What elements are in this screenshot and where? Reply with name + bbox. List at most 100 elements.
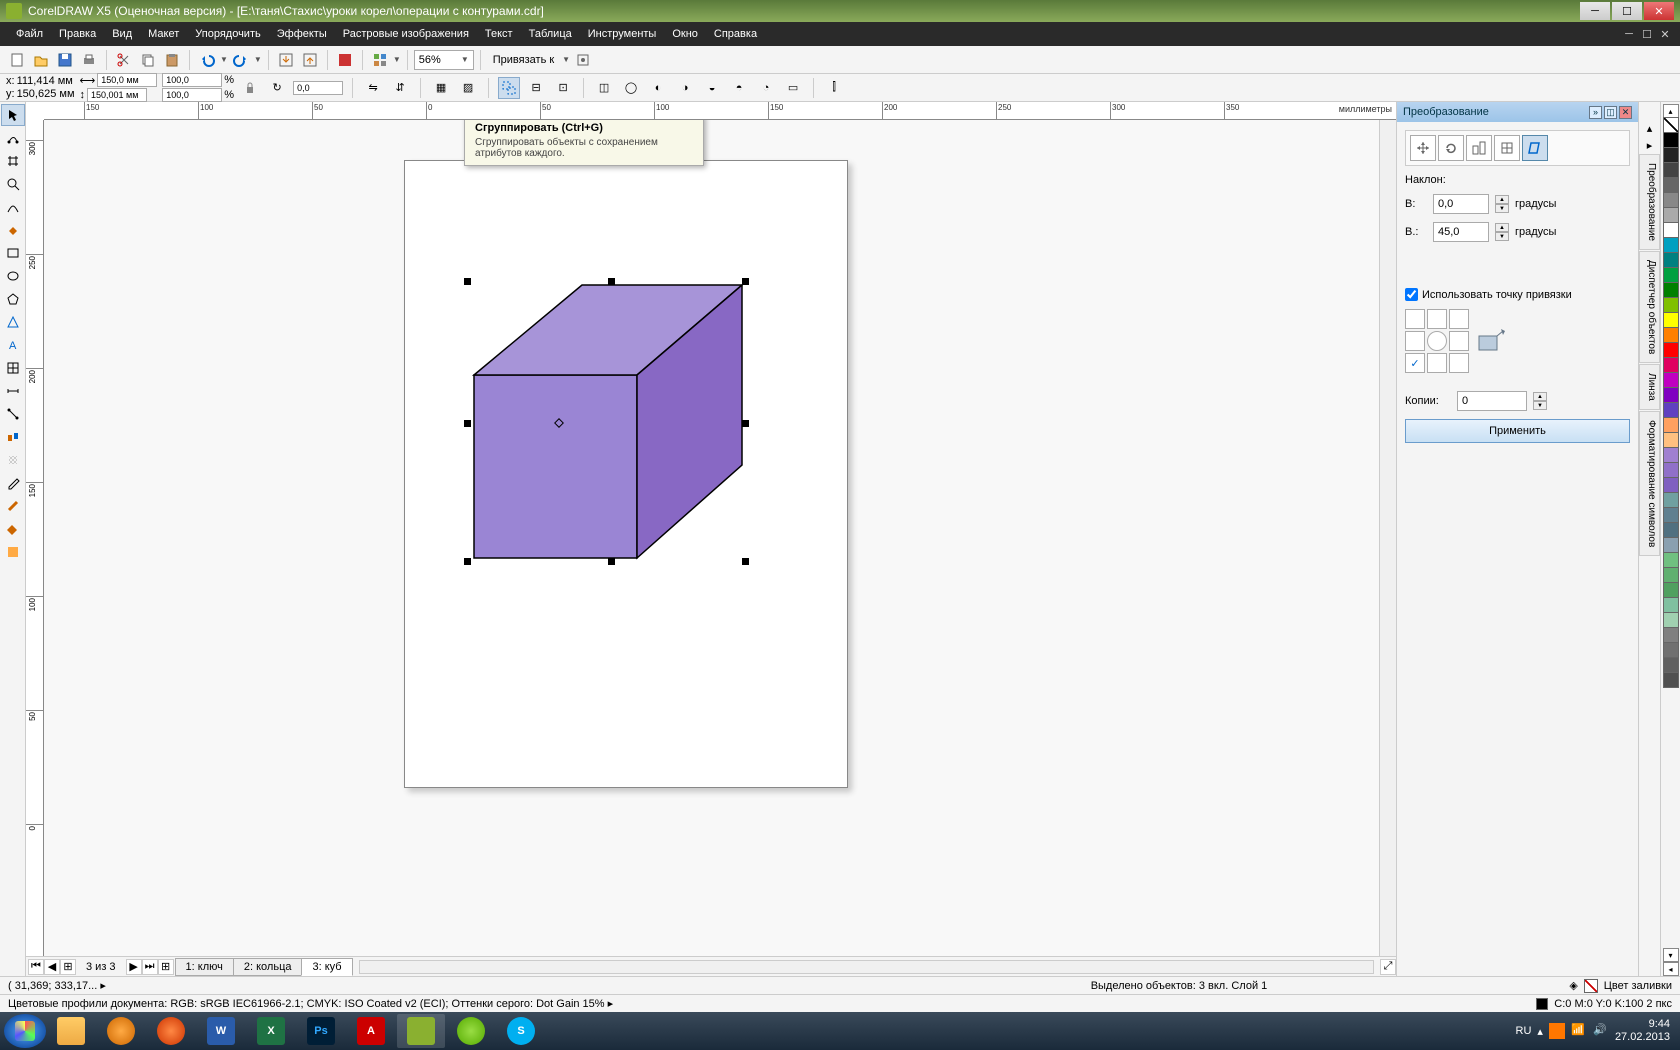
next-page-button[interactable]: ▶ <box>126 959 142 975</box>
taskbar-photoshop[interactable]: Ps <box>297 1014 345 1048</box>
color-swatch[interactable] <box>1663 447 1679 463</box>
anchor-bc[interactable] <box>1427 353 1447 373</box>
weld-button[interactable]: ◯ <box>620 77 642 99</box>
color-swatch[interactable] <box>1663 582 1679 598</box>
maximize-button[interactable]: ☐ <box>1612 2 1642 20</box>
rotate-tab[interactable] <box>1438 135 1464 161</box>
ungroup-button[interactable]: ⊟ <box>525 77 547 99</box>
add-page-after-button[interactable]: ⊞ <box>158 959 174 975</box>
spin-up[interactable]: ▲ <box>1495 223 1509 232</box>
taskbar-app-green[interactable] <box>447 1014 495 1048</box>
mirror-h-button[interactable]: ⇋ <box>362 77 384 99</box>
last-page-button[interactable]: ⏭ <box>142 959 158 975</box>
selection-handle[interactable] <box>608 278 615 285</box>
color-swatch[interactable] <box>1663 222 1679 238</box>
color-swatch[interactable] <box>1663 357 1679 373</box>
anchor-mr[interactable] <box>1449 331 1469 351</box>
copy-button[interactable] <box>137 49 159 71</box>
color-swatch[interactable] <box>1663 417 1679 433</box>
app-launcher-dropdown[interactable]: ▼ <box>393 55 401 64</box>
anchor-tl[interactable] <box>1405 309 1425 329</box>
page-tab-1[interactable]: 1: ключ <box>175 958 234 976</box>
height-input[interactable]: 150,001 мм <box>87 88 147 102</box>
anchor-bl[interactable] <box>1405 353 1425 373</box>
zoom-combo[interactable]: 56%▼ <box>414 50 474 70</box>
color-swatch[interactable] <box>1663 462 1679 478</box>
color-swatch[interactable] <box>1663 297 1679 313</box>
connector-tool[interactable] <box>1 403 25 425</box>
color-swatch[interactable] <box>1663 627 1679 643</box>
color-swatch[interactable] <box>1663 252 1679 268</box>
trim-button[interactable]: ◐ <box>647 77 669 99</box>
color-swatch[interactable] <box>1663 162 1679 178</box>
spin-down[interactable]: ▼ <box>1533 401 1547 410</box>
vertical-scrollbar[interactable] <box>1379 120 1396 956</box>
menu-window[interactable]: Окно <box>664 26 706 42</box>
back-minus-front-button[interactable]: ◔ <box>755 77 777 99</box>
spin-up[interactable]: ▲ <box>1495 195 1509 204</box>
snap-indicator-icon[interactable]: ◈ <box>1569 979 1577 992</box>
size-tab[interactable] <box>1494 135 1520 161</box>
combine-button[interactable]: ◫ <box>593 77 615 99</box>
color-swatch[interactable] <box>1663 477 1679 493</box>
mirror-v-button[interactable]: ⇵ <box>389 77 411 99</box>
app-launcher-button[interactable] <box>369 49 391 71</box>
color-swatch[interactable] <box>1663 507 1679 523</box>
selection-handle[interactable] <box>608 558 615 565</box>
undo-dropdown[interactable]: ▼ <box>220 55 228 64</box>
simplify-button[interactable]: ◒ <box>701 77 723 99</box>
color-swatch[interactable] <box>1663 147 1679 163</box>
horizontal-scrollbar[interactable] <box>359 960 1374 974</box>
intersect-button[interactable]: ◑ <box>674 77 696 99</box>
menu-text[interactable]: Текст <box>477 26 521 42</box>
spin-down[interactable]: ▼ <box>1495 232 1509 241</box>
start-button[interactable] <box>4 1014 46 1048</box>
crop-tool[interactable] <box>1 150 25 172</box>
doc-close-button[interactable]: ✕ <box>1658 27 1672 41</box>
color-swatch[interactable] <box>1663 432 1679 448</box>
vertical-ruler[interactable]: 300250200150100500 <box>26 120 44 956</box>
save-button[interactable] <box>54 49 76 71</box>
color-swatch[interactable] <box>1663 552 1679 568</box>
color-swatch[interactable] <box>1663 327 1679 343</box>
docker-collapse-button[interactable]: » <box>1589 106 1602 119</box>
docker-tab-char-format[interactable]: Форматирование символов <box>1639 411 1660 556</box>
dimension-tool[interactable] <box>1 380 25 402</box>
polygon-tool[interactable] <box>1 288 25 310</box>
menu-bitmaps[interactable]: Растровые изображения <box>335 26 477 42</box>
menu-tools[interactable]: Инструменты <box>580 26 665 42</box>
menu-arrange[interactable]: Упорядочить <box>187 26 268 42</box>
doc-restore-button[interactable]: ☐ <box>1640 27 1654 41</box>
interactive-fill-tool[interactable] <box>1 541 25 563</box>
eyedropper-tool[interactable] <box>1 472 25 494</box>
menu-help[interactable]: Справка <box>706 26 765 42</box>
page-tab-3[interactable]: 3: куб <box>301 958 352 976</box>
tray-show-hidden-icon[interactable]: ▴ <box>1537 1025 1543 1038</box>
color-swatch[interactable] <box>1663 597 1679 613</box>
scale-y-input[interactable]: 100,0 <box>162 88 222 102</box>
align-button[interactable]: ⫿ <box>823 77 845 99</box>
docker-tab-expand[interactable]: ▸ <box>1639 137 1660 153</box>
palette-flyout-button[interactable]: ◂ <box>1663 962 1679 976</box>
doc-minimize-button[interactable]: ─ <box>1622 27 1636 41</box>
add-page-before-button[interactable]: ⊞ <box>60 959 76 975</box>
spin-up[interactable]: ▲ <box>1533 392 1547 401</box>
first-page-button[interactable]: ⏮ <box>28 959 44 975</box>
transparency-tool[interactable] <box>1 449 25 471</box>
front-minus-back-button[interactable]: ◓ <box>728 77 750 99</box>
color-swatch[interactable] <box>1663 372 1679 388</box>
language-indicator[interactable]: RU <box>1516 1025 1532 1037</box>
skew-tab[interactable] <box>1522 135 1548 161</box>
tray-volume-icon[interactable]: 🔊 <box>1593 1023 1609 1039</box>
tray-app-icon[interactable] <box>1549 1023 1565 1039</box>
skew-v-input[interactable] <box>1433 222 1489 242</box>
selection-handle[interactable] <box>742 278 749 285</box>
docker-tab-up[interactable]: ▴ <box>1639 120 1660 136</box>
palette-down-button[interactable]: ▾ <box>1663 948 1679 962</box>
scale-tab[interactable] <box>1466 135 1492 161</box>
docker-close-button[interactable]: ✕ <box>1619 106 1632 119</box>
group-button[interactable] <box>498 77 520 99</box>
color-swatch[interactable] <box>1663 387 1679 403</box>
angle-input[interactable]: 0,0 <box>293 81 343 95</box>
menu-table[interactable]: Таблица <box>521 26 580 42</box>
